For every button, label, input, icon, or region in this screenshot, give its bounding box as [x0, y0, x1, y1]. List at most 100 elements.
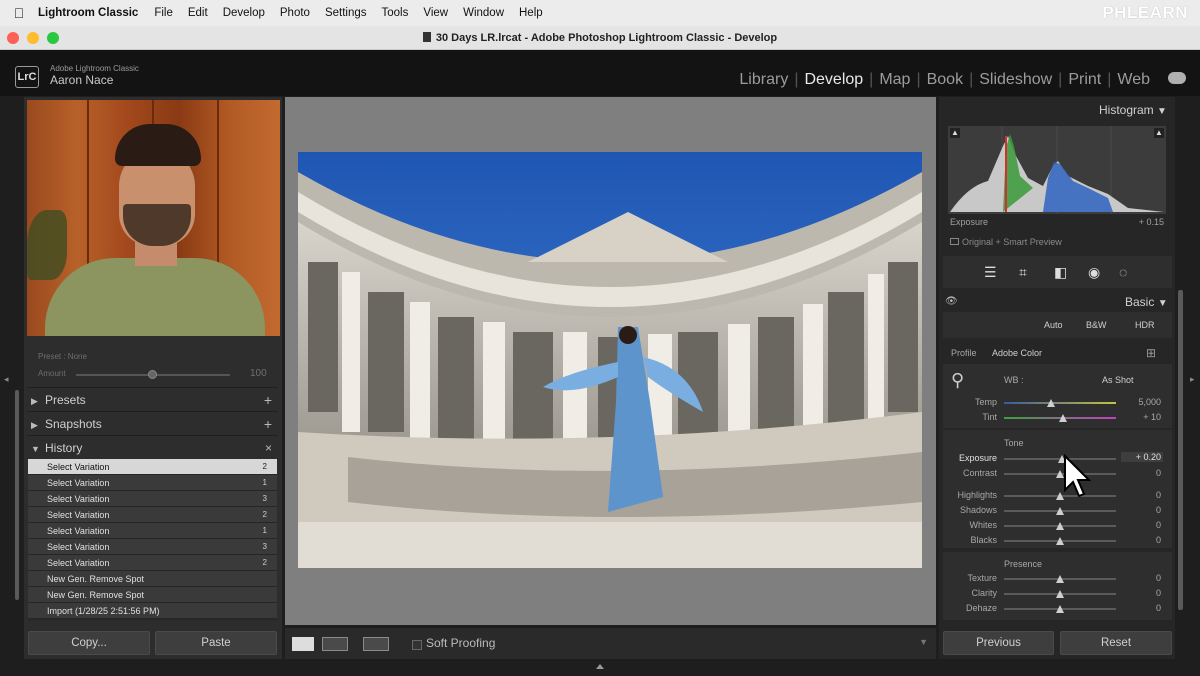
- highlight-clipping-icon[interactable]: ▲: [1154, 128, 1164, 138]
- contrast-value[interactable]: 0: [1125, 468, 1161, 478]
- menu-photo[interactable]: Photo: [280, 7, 310, 19]
- add-snapshot-icon[interactable]: +: [264, 412, 272, 436]
- wb-eyedropper-icon[interactable]: ⚲: [951, 370, 964, 391]
- shadows-slider-thumb[interactable]: [1056, 507, 1064, 515]
- before-after-lr-icon[interactable]: [322, 637, 348, 651]
- history-item[interactable]: New Gen. Remove Spot: [28, 587, 277, 603]
- left-panel-scrollbar[interactable]: [15, 390, 19, 600]
- module-book[interactable]: Book: [921, 71, 969, 89]
- shadow-clipping-icon[interactable]: ▲: [950, 128, 960, 138]
- history-item[interactable]: Import (1/28/25 2:51:56 PM): [28, 603, 277, 619]
- basic-panel-header[interactable]: Basic ▼: [1125, 295, 1168, 309]
- visibility-eye-icon[interactable]: 👁: [945, 296, 958, 307]
- snapshots-panel-header[interactable]: ▶ Snapshots +: [27, 411, 278, 435]
- crop-icon[interactable]: ⌗: [1019, 264, 1027, 281]
- bw-button[interactable]: B&W: [1086, 320, 1107, 330]
- temp-slider-thumb[interactable]: [1047, 399, 1056, 407]
- toolbar-menu-icon[interactable]: ▼: [919, 637, 928, 647]
- menubar:  Lightroom Classic File Edit Develop Ph…: [0, 0, 1200, 26]
- left-panel-toggle-icon[interactable]: ◂: [4, 374, 9, 385]
- edit-sliders-icon[interactable]: ☰: [984, 264, 997, 281]
- presets-panel-header[interactable]: ▶ Presets +: [27, 387, 278, 411]
- menu-help[interactable]: Help: [519, 7, 543, 19]
- highlights-value[interactable]: 0: [1125, 490, 1161, 500]
- zoom-window-button[interactable]: [47, 32, 59, 44]
- menu-develop[interactable]: Develop: [223, 7, 265, 19]
- history-item[interactable]: New Gen. Remove Spot: [28, 571, 277, 587]
- history-item[interactable]: Select Variation 2: [28, 459, 277, 475]
- history-item[interactable]: Select Variation 2: [28, 507, 277, 523]
- tint-slider-thumb[interactable]: [1059, 414, 1068, 422]
- clarity-value[interactable]: 0: [1125, 588, 1161, 598]
- texture-value[interactable]: 0: [1125, 573, 1161, 583]
- module-library[interactable]: Library: [733, 71, 794, 89]
- apple-icon[interactable]: : [0, 5, 38, 21]
- histogram-title[interactable]: Histogram ▼: [1099, 103, 1167, 117]
- texture-slider-thumb[interactable]: [1056, 575, 1064, 583]
- before-after-tb-icon[interactable]: [363, 637, 389, 651]
- right-panel-toggle-icon[interactable]: ▸: [1190, 374, 1195, 385]
- history-item[interactable]: Select Variation 3: [28, 491, 277, 507]
- clarity-slider-thumb[interactable]: [1056, 590, 1064, 598]
- auto-button[interactable]: Auto: [1044, 320, 1063, 330]
- bottom-panel-toggle-icon[interactable]: [596, 664, 604, 669]
- loupe-view-icon[interactable]: [292, 637, 314, 651]
- menu-settings[interactable]: Settings: [325, 7, 367, 19]
- temp-slider[interactable]: [1004, 402, 1116, 404]
- copy-button[interactable]: Copy...: [28, 631, 150, 655]
- menu-edit[interactable]: Edit: [188, 7, 208, 19]
- menu-file[interactable]: File: [154, 7, 173, 19]
- identity-plate: LrC Adobe Lightroom Classic Aaron Nace L…: [0, 50, 1200, 96]
- heal-eraser-icon[interactable]: ◧: [1054, 264, 1067, 281]
- window-title: 30 Days LR.lrcat - Adobe Photoshop Light…: [435, 32, 778, 44]
- shadows-value[interactable]: 0: [1125, 505, 1161, 515]
- menu-tools[interactable]: Tools: [382, 7, 409, 19]
- watermark-logo: PHLEARN: [1102, 3, 1188, 22]
- whites-value[interactable]: 0: [1125, 520, 1161, 530]
- menu-view[interactable]: View: [423, 7, 448, 19]
- reset-button[interactable]: Reset: [1060, 631, 1172, 655]
- module-print[interactable]: Print: [1062, 71, 1107, 89]
- whites-slider-thumb[interactable]: [1056, 522, 1064, 530]
- amount-value: 100: [250, 368, 267, 379]
- previous-button[interactable]: Previous: [943, 631, 1054, 655]
- dehaze-slider-thumb[interactable]: [1056, 605, 1064, 613]
- dehaze-value[interactable]: 0: [1125, 603, 1161, 613]
- module-slideshow[interactable]: Slideshow: [973, 71, 1058, 89]
- history-panel-header[interactable]: ▼ History ×: [27, 435, 278, 459]
- minimize-window-button[interactable]: [27, 32, 39, 44]
- module-develop[interactable]: Develop: [798, 71, 869, 89]
- module-picker: Library | Develop | Map | Book | Slideshow | …: [733, 71, 1156, 89]
- soft-proofing-checkbox[interactable]: [412, 640, 422, 650]
- profile-dropdown[interactable]: Adobe Color: [992, 348, 1042, 358]
- photo-preview[interactable]: [298, 152, 922, 568]
- paste-button[interactable]: Paste: [155, 631, 277, 655]
- history-item[interactable]: Select Variation 1: [28, 475, 277, 491]
- history-item[interactable]: Select Variation 1: [28, 523, 277, 539]
- right-panel-scrollbar[interactable]: [1178, 290, 1183, 610]
- menu-window[interactable]: Window: [463, 7, 504, 19]
- close-window-button[interactable]: [7, 32, 19, 44]
- history-item[interactable]: Select Variation 3: [28, 539, 277, 555]
- histogram[interactable]: ▲ ▲ Exposure + 0.15: [948, 126, 1166, 227]
- mouse-cursor-icon: [1064, 454, 1091, 498]
- clear-history-icon[interactable]: ×: [265, 436, 272, 460]
- module-web[interactable]: Web: [1111, 71, 1156, 89]
- wb-dropdown[interactable]: As Shot: [1102, 375, 1134, 385]
- menu-app[interactable]: Lightroom Classic: [38, 7, 138, 19]
- temp-value[interactable]: 5,000: [1125, 397, 1161, 407]
- tint-value[interactable]: + 10: [1125, 412, 1161, 422]
- exposure-value[interactable]: + 0.20: [1121, 452, 1163, 462]
- profile-browser-icon[interactable]: ⊞: [1146, 346, 1156, 360]
- collapse-triangle-icon: ▼: [1157, 298, 1168, 309]
- hdr-button[interactable]: HDR: [1135, 320, 1155, 330]
- masking-icon[interactable]: ◌: [1119, 264, 1127, 280]
- amount-slider-thumb[interactable]: [148, 370, 157, 379]
- cloud-icon[interactable]: [1168, 72, 1186, 84]
- history-item[interactable]: Select Variation 2: [28, 555, 277, 571]
- red-eye-icon[interactable]: ◉: [1088, 264, 1100, 281]
- add-preset-icon[interactable]: +: [264, 388, 272, 412]
- blacks-value[interactable]: 0: [1125, 535, 1161, 545]
- blacks-slider-thumb[interactable]: [1056, 537, 1064, 545]
- module-map[interactable]: Map: [873, 71, 916, 89]
